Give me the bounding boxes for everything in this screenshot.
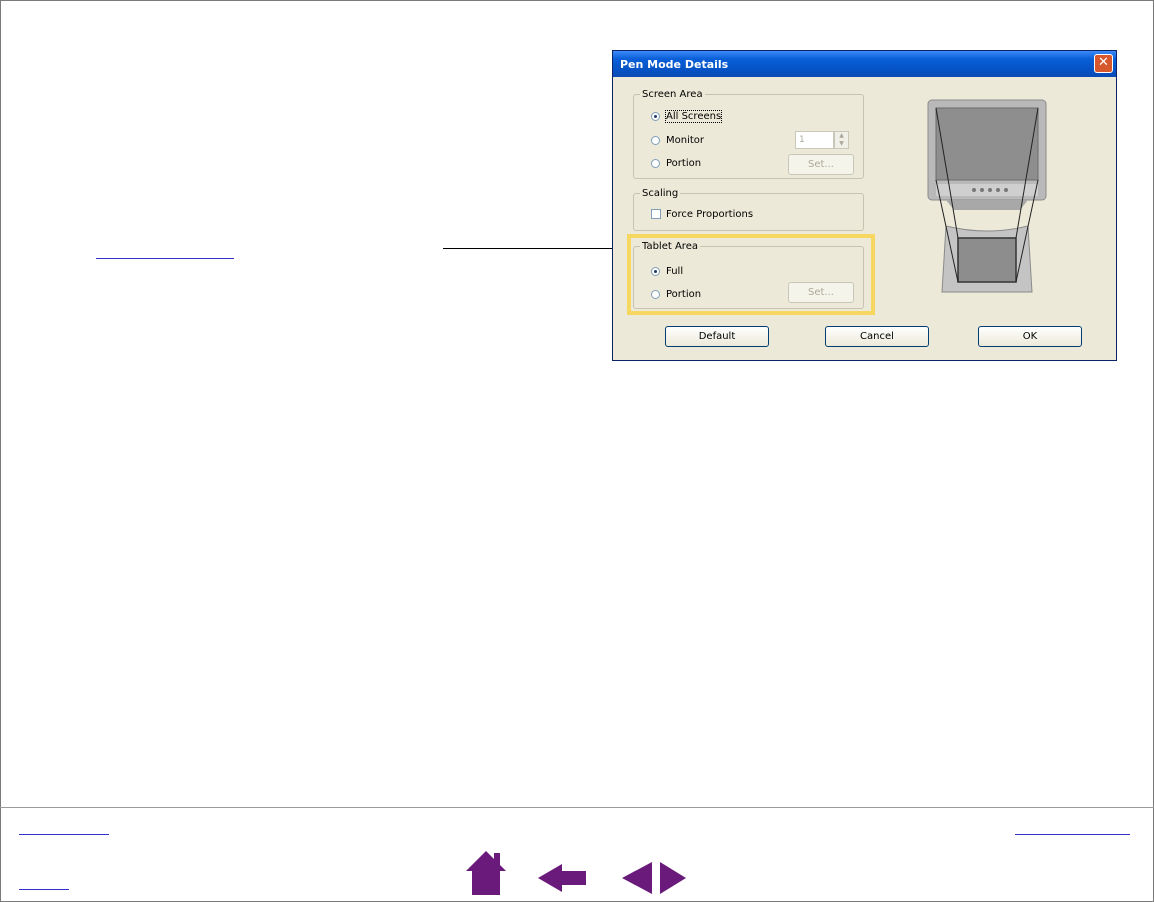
dialog-titlebar: Pen Mode Details ✕ (613, 51, 1116, 77)
radio-all-screens[interactable] (651, 112, 660, 121)
body-link[interactable] (96, 258, 234, 259)
footer-link-left-top[interactable] (19, 834, 109, 835)
footer-link-right-top[interactable] (1015, 834, 1130, 835)
monitor-number-value: 1 (799, 135, 805, 145)
tablet-active-area (957, 237, 1017, 283)
next-page-icon[interactable] (660, 862, 686, 894)
scaling-legend: Scaling (642, 188, 679, 199)
dialog-title: Pen Mode Details (620, 58, 729, 71)
monitor-label[interactable]: Monitor (666, 135, 704, 146)
all-screens-label[interactable]: All Screens (664, 110, 723, 123)
radio-screen-portion[interactable] (651, 159, 660, 168)
default-button[interactable]: Default (665, 326, 769, 347)
force-proportions-checkbox[interactable] (651, 209, 661, 219)
force-proportions-label[interactable]: Force Proportions (666, 209, 753, 220)
radio-monitor[interactable] (651, 136, 660, 145)
close-icon: ✕ (1098, 55, 1109, 70)
close-button[interactable]: ✕ (1094, 54, 1113, 73)
mapping-illustration (927, 99, 1047, 293)
screen-portion-label[interactable]: Portion (666, 158, 701, 169)
monitor-spinner[interactable]: ▲ ▼ (834, 131, 849, 149)
spin-down-icon[interactable]: ▼ (835, 140, 848, 148)
home-icon[interactable] (466, 851, 506, 895)
pen-mode-details-dialog: Pen Mode Details ✕ Screen Area All Scree… (612, 50, 1117, 361)
screen-area-legend: Screen Area (642, 89, 703, 100)
ok-button[interactable]: OK (978, 326, 1082, 347)
monitor-screen (935, 107, 1039, 181)
monitor-number-input[interactable]: 1 (795, 131, 834, 149)
back-arrow-icon[interactable] (538, 864, 586, 892)
tablet-area-highlight (627, 234, 875, 315)
previous-page-icon[interactable] (622, 862, 652, 894)
nav-icons (466, 851, 686, 895)
footer-link-left-bottom[interactable] (19, 889, 69, 890)
footer-rule (0, 807, 1154, 808)
monitor-base (936, 184, 1038, 196)
screen-set-button[interactable]: Set... (788, 154, 854, 175)
cancel-button[interactable]: Cancel (825, 326, 929, 347)
spin-up-icon[interactable]: ▲ (835, 132, 848, 140)
callout-line (443, 248, 627, 249)
